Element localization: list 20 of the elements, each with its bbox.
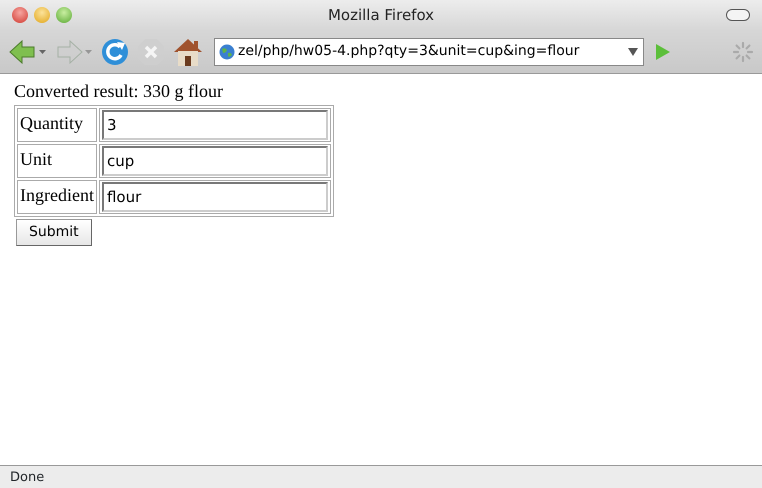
toolbar-toggle-button[interactable] — [726, 9, 750, 21]
dropdown-caret-icon[interactable] — [627, 46, 639, 56]
zoom-button[interactable] — [56, 7, 72, 23]
window-title: Mozilla Firefox — [328, 4, 434, 26]
input-field[interactable]: cup — [102, 146, 328, 176]
submit-button[interactable]: Submit — [16, 219, 92, 246]
address-field[interactable]: zel/php/hw05-4.php?qty=3&unit=cup&ing=flour — [214, 38, 644, 66]
home-icon[interactable] — [172, 36, 204, 66]
reload-icon[interactable] — [100, 36, 130, 66]
status-text: Done — [10, 470, 44, 485]
field-label: Ingredient — [17, 180, 97, 214]
back-arrow-icon[interactable] — [8, 38, 48, 66]
result-text: Converted result: 330 g flour — [14, 80, 224, 103]
input-field[interactable]: flour — [102, 182, 328, 212]
field-label: Quantity — [17, 108, 97, 142]
close-button[interactable] — [12, 7, 28, 23]
globe-icon — [219, 44, 235, 60]
input-field[interactable]: 3 — [102, 110, 328, 140]
field-label: Unit — [17, 144, 97, 178]
loading-spinner-icon — [732, 40, 754, 62]
